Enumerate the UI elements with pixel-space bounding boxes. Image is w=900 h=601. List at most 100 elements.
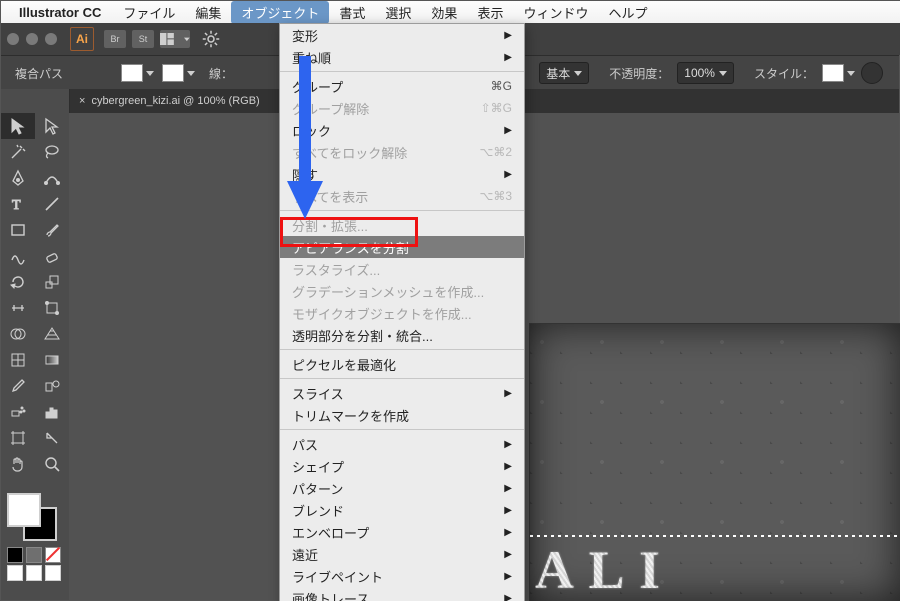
traffic-close[interactable] <box>7 33 19 45</box>
menu-file[interactable]: ファイル <box>113 1 185 24</box>
tool-width[interactable] <box>1 295 35 321</box>
recolor-button[interactable] <box>861 62 883 84</box>
fill-swatch[interactable] <box>121 64 143 82</box>
stroke-swatch[interactable] <box>162 64 184 82</box>
tab-close-icon[interactable]: × <box>79 95 85 107</box>
menu-gradient-mesh: グラデーションメッシュを作成... <box>280 280 524 302</box>
ai-logo-icon: Ai <box>70 27 94 51</box>
tool-type[interactable]: T <box>1 191 35 217</box>
menu-perspective[interactable]: 遠近▶ <box>280 543 524 565</box>
menu-lock[interactable]: ロック▶ <box>280 119 524 141</box>
mini-none[interactable] <box>45 547 61 563</box>
tool-curvature[interactable] <box>35 165 69 191</box>
menu-shape[interactable]: シェイプ▶ <box>280 455 524 477</box>
tool-line[interactable] <box>35 191 69 217</box>
menu-flatten-transparency[interactable]: 透明部分を分割・統合... <box>280 324 524 346</box>
style-label: スタイル： <box>754 65 814 82</box>
object-menu-dropdown: 変形▶ 重ね順▶ グループ⌘G グループ解除⇧⌘G ロック▶ すべてをロック解除… <box>279 23 525 601</box>
tool-hand[interactable] <box>1 451 35 477</box>
artwork-text: A L I <box>535 539 900 595</box>
menu-rasterize: ラスタライズ... <box>280 258 524 280</box>
menu-expand-appearance[interactable]: アピアランスを分割 <box>280 236 524 258</box>
menu-transform[interactable]: 変形▶ <box>280 24 524 46</box>
tool-shape-builder[interactable] <box>1 321 35 347</box>
tool-magic-wand[interactable] <box>1 139 35 165</box>
tool-zoom[interactable] <box>35 451 69 477</box>
tool-rotate[interactable] <box>1 269 35 295</box>
tool-paintbrush[interactable] <box>35 217 69 243</box>
mini-color[interactable] <box>7 547 23 563</box>
menu-mosaic: モザイクオブジェクトを作成... <box>280 302 524 324</box>
menu-edit[interactable]: 編集 <box>185 1 231 24</box>
menu-help[interactable]: ヘルプ <box>598 1 657 24</box>
selection-type-label: 複合パス <box>15 65 63 82</box>
brush-preset[interactable]: 基本 <box>539 62 589 84</box>
menu-image-trace[interactable]: 画像トレース▶ <box>280 587 524 601</box>
menu-ungroup: グループ解除⇧⌘G <box>280 97 524 119</box>
tool-artboard[interactable] <box>1 425 35 451</box>
tools-panel: T <box>1 89 70 600</box>
tool-free-transform[interactable] <box>35 295 69 321</box>
menu-path[interactable]: パス▶ <box>280 433 524 455</box>
fill-dropdown-icon[interactable] <box>146 69 154 77</box>
tool-selection[interactable] <box>1 113 35 139</box>
tool-lasso[interactable] <box>35 139 69 165</box>
opacity-label: 不透明度： <box>609 65 669 82</box>
menu-blend[interactable]: ブレンド▶ <box>280 499 524 521</box>
menu-effect[interactable]: 効果 <box>421 1 467 24</box>
traffic-max[interactable] <box>45 33 57 45</box>
tool-graph[interactable] <box>35 399 69 425</box>
menu-hide[interactable]: 隠す▶ <box>280 163 524 185</box>
traffic-min[interactable] <box>26 33 38 45</box>
screen-mode-row <box>7 565 69 581</box>
tool-scale[interactable] <box>35 269 69 295</box>
style-swatch[interactable] <box>822 64 844 82</box>
menu-select[interactable]: 選択 <box>375 1 421 24</box>
stock-chip[interactable]: St <box>132 30 154 48</box>
tool-gradient[interactable] <box>35 347 69 373</box>
tool-mesh[interactable] <box>1 347 35 373</box>
tool-slice[interactable] <box>35 425 69 451</box>
tool-perspective[interactable] <box>35 321 69 347</box>
artboard: A L I <box>529 323 900 601</box>
fill-color-icon[interactable] <box>7 493 41 527</box>
fill-stroke-swatches[interactable] <box>5 493 65 541</box>
mini-draw-normal[interactable] <box>7 565 23 581</box>
tool-direct-selection[interactable] <box>35 113 69 139</box>
menu-trim-marks[interactable]: トリムマークを作成 <box>280 404 524 426</box>
mini-gradient[interactable] <box>26 547 42 563</box>
tool-pen[interactable] <box>1 165 35 191</box>
arrange-icon <box>160 33 181 46</box>
app-name[interactable]: Illustrator CC <box>19 5 101 20</box>
tool-shaper[interactable] <box>1 243 35 269</box>
menu-envelope[interactable]: エンベロープ▶ <box>280 521 524 543</box>
menu-pixel-perfect[interactable]: ピクセルを最適化 <box>280 353 524 375</box>
mini-draw-inside[interactable] <box>45 565 61 581</box>
menu-window[interactable]: ウィンドウ <box>513 1 598 24</box>
menu-arrange[interactable]: 重ね順▶ <box>280 46 524 68</box>
stroke-label: 線： <box>209 65 233 82</box>
tool-blend[interactable] <box>35 373 69 399</box>
menu-type[interactable]: 書式 <box>329 1 375 24</box>
gear-icon[interactable] <box>202 30 220 48</box>
style-dropdown-icon[interactable] <box>847 69 855 77</box>
tab-title[interactable]: cybergreen_kizi.ai @ 100% (RGB) <box>91 95 259 107</box>
bridge-chip[interactable]: Br <box>104 30 126 48</box>
menu-object[interactable]: オブジェクト <box>231 1 329 24</box>
tool-eraser[interactable] <box>35 243 69 269</box>
menu-group[interactable]: グループ⌘G <box>280 75 524 97</box>
menu-pattern[interactable]: パターン▶ <box>280 477 524 499</box>
stroke-dropdown-icon[interactable] <box>187 69 195 77</box>
opacity-value[interactable]: 100% <box>677 62 734 84</box>
tool-symbol-sprayer[interactable] <box>1 399 35 425</box>
svg-text:T: T <box>12 198 21 213</box>
menu-expand: 分割・拡張... <box>280 214 524 236</box>
app-frame: Illustrator CC ファイル 編集 オブジェクト 書式 選択 効果 表… <box>0 0 900 601</box>
tool-rectangle[interactable] <box>1 217 35 243</box>
menu-slice[interactable]: スライス▶ <box>280 382 524 404</box>
tool-eyedropper[interactable] <box>1 373 35 399</box>
menu-live-paint[interactable]: ライブペイント▶ <box>280 565 524 587</box>
arrange-chip[interactable] <box>160 30 190 48</box>
mini-draw-behind[interactable] <box>26 565 42 581</box>
menu-view[interactable]: 表示 <box>467 1 513 24</box>
